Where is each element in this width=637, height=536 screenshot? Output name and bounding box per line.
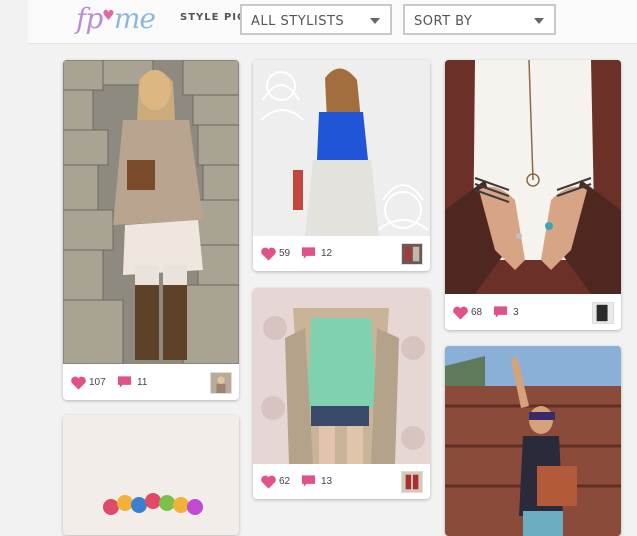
comment-count: 11 — [137, 377, 148, 388]
comment-icon[interactable] — [493, 305, 508, 319]
like-count: 68 — [471, 307, 483, 318]
chevron-down-icon — [370, 18, 380, 24]
comment-icon[interactable] — [301, 246, 316, 260]
post-photo[interactable] — [63, 415, 239, 535]
post-card[interactable]: 62 13 — [253, 288, 430, 499]
heart-icon[interactable] — [261, 247, 276, 261]
post-photo[interactable] — [445, 60, 621, 294]
like-count: 62 — [279, 476, 291, 487]
comment-count: 3 — [513, 307, 519, 318]
chevron-down-icon — [534, 18, 544, 24]
post-photo[interactable] — [253, 288, 430, 464]
post-photo[interactable] — [63, 60, 239, 364]
stylist-avatar[interactable] — [401, 471, 423, 493]
sort-dropdown[interactable]: SORT BY — [403, 4, 556, 35]
post-card[interactable] — [63, 415, 239, 535]
logo-me: me — [113, 2, 156, 35]
fpme-logo[interactable]: fp♥me — [76, 2, 156, 35]
post-meta: 68 3 — [445, 296, 621, 330]
post-card[interactable]: 107 11 — [63, 60, 239, 400]
like-count: 59 — [279, 248, 291, 259]
comment-icon[interactable] — [301, 474, 316, 488]
post-meta: 59 12 — [253, 237, 430, 271]
stylists-dropdown[interactable]: ALL STYLISTS — [240, 4, 392, 35]
like-count: 107 — [89, 377, 106, 388]
sort-dropdown-label: SORT BY — [414, 14, 473, 29]
post-photo[interactable] — [445, 346, 621, 536]
top-bar: fp♥me STYLE PICS ALL STYLISTS SORT BY — [28, 0, 637, 44]
post-meta: 107 11 — [63, 366, 239, 400]
heart-icon[interactable] — [453, 306, 468, 320]
post-card[interactable]: 59 12 — [253, 60, 430, 271]
post-meta: 62 13 — [253, 465, 430, 499]
post-photo[interactable] — [253, 60, 430, 236]
stylist-avatar[interactable] — [592, 302, 614, 324]
stylist-avatar[interactable] — [401, 243, 423, 265]
logo-heart-icon: ♥ — [102, 8, 115, 24]
comment-count: 12 — [321, 248, 333, 259]
post-card[interactable] — [445, 346, 621, 536]
comment-count: 13 — [321, 476, 333, 487]
post-card[interactable]: 68 3 — [445, 60, 621, 330]
comment-icon[interactable] — [117, 375, 132, 389]
logo-fp: fp — [76, 2, 103, 35]
heart-icon[interactable] — [261, 475, 276, 489]
stylists-dropdown-label: ALL STYLISTS — [251, 14, 345, 29]
stylist-avatar[interactable] — [210, 372, 232, 394]
heart-icon[interactable] — [71, 376, 86, 390]
